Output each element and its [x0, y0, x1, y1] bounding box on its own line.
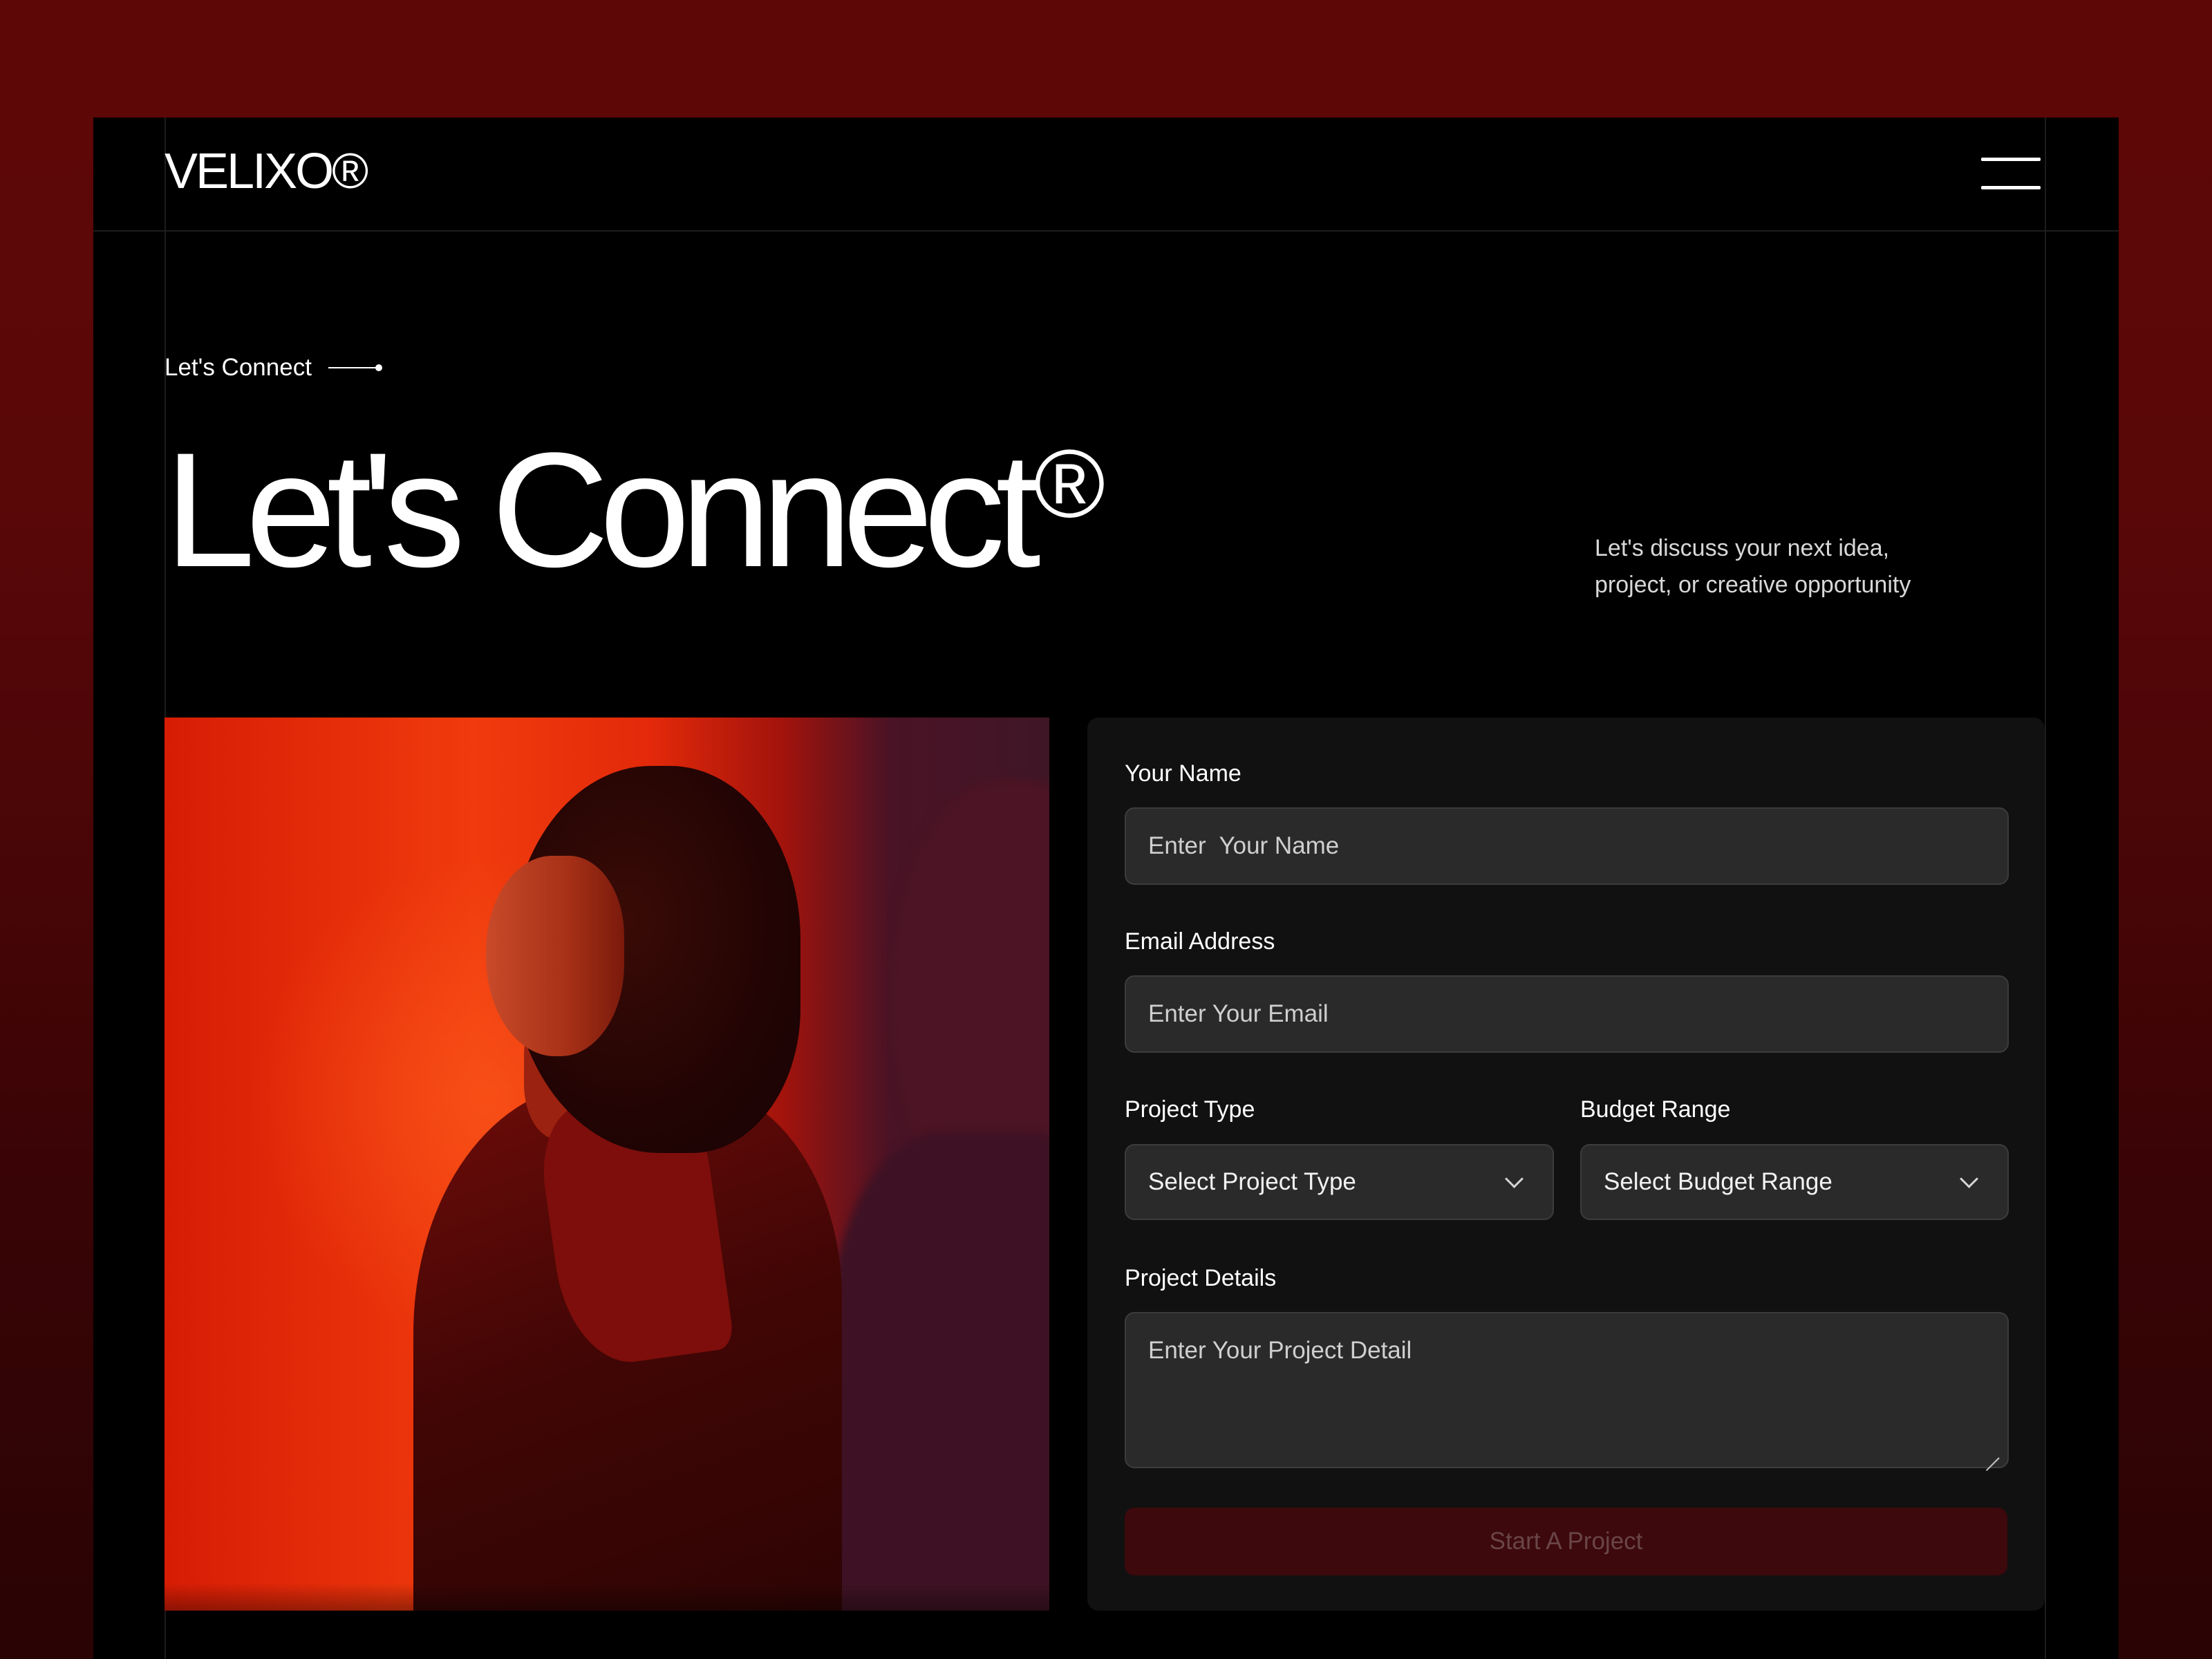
- chevron-down-icon: [1960, 1169, 1978, 1188]
- guide-line-right: [2045, 118, 2046, 1659]
- name-input[interactable]: [1125, 807, 2009, 885]
- portrait-photo: [165, 718, 1049, 1611]
- page-title: Let's Connect®: [165, 429, 1105, 592]
- project-details-textarea[interactable]: [1125, 1312, 2009, 1468]
- section-eyebrow: Let's Connect: [165, 355, 382, 379]
- intro-text: Let's discuss your next idea, project, o…: [1595, 530, 1982, 603]
- resize-handle-icon[interactable]: [1984, 1445, 1999, 1460]
- arrow-right-icon: [328, 364, 382, 371]
- project-type-select[interactable]: Select Project Type: [1125, 1144, 1554, 1220]
- project-details-wrapper: [1125, 1312, 2009, 1468]
- budget-range-select[interactable]: Select Budget Range: [1580, 1144, 2009, 1220]
- email-input[interactable]: [1125, 975, 2009, 1053]
- email-label: Email Address: [1125, 928, 1275, 955]
- registered-mark: ®: [1033, 429, 1105, 538]
- name-label: Your Name: [1125, 760, 1241, 787]
- chevron-down-icon: [1505, 1169, 1524, 1188]
- intro-line-2: project, or creative opportunity: [1595, 572, 1911, 598]
- intro-line-1: Let's discuss your next idea,: [1595, 535, 1890, 561]
- eyebrow-label: Let's Connect: [165, 354, 312, 381]
- start-project-button[interactable]: Start A Project: [1125, 1508, 2007, 1575]
- menu-bar-bottom: [1981, 186, 2041, 189]
- budget-range-value: Select Budget Range: [1604, 1168, 1833, 1195]
- hamburger-menu-icon[interactable]: [1981, 158, 2041, 189]
- project-type-label: Project Type: [1125, 1096, 1255, 1123]
- photo-face: [486, 856, 624, 1056]
- project-type-value: Select Project Type: [1148, 1168, 1356, 1195]
- top-bar: VELIXO®: [93, 118, 2119, 232]
- photo-shadow-body: [828, 1132, 1049, 1611]
- photo-bottom-fade: [165, 1583, 1049, 1611]
- page-title-text: Let's Connect: [165, 419, 1041, 601]
- menu-bar-top: [1981, 158, 2041, 161]
- brand-logo[interactable]: VELIXO®: [165, 147, 368, 196]
- project-details-label: Project Details: [1125, 1265, 1277, 1291]
- budget-label: Budget Range: [1580, 1096, 1731, 1123]
